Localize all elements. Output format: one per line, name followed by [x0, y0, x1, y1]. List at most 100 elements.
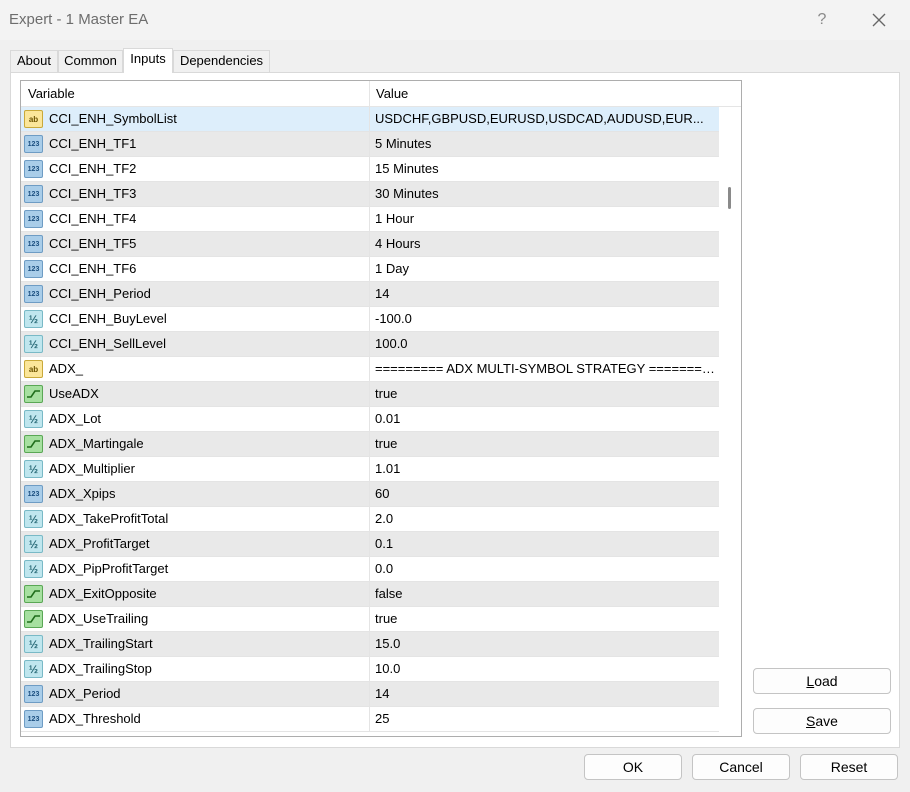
variable-name: ADX_UseTrailing [49, 611, 149, 626]
value-cell[interactable]: -100.0 [375, 307, 717, 331]
value-cell[interactable]: true [375, 432, 717, 456]
value-cell[interactable]: 1 Hour [375, 207, 717, 231]
integer-type-icon: 123 [24, 485, 43, 503]
value-cell[interactable]: 1.01 [375, 457, 717, 481]
table-row[interactable]: ½ ADX_TakeProfitTotal 2.0 [21, 507, 719, 532]
table-row[interactable]: UseADX true [21, 382, 719, 407]
column-header-variable[interactable]: Variable [21, 81, 369, 107]
table-row[interactable]: 123 CCI_ENH_TF5 4 Hours [21, 232, 719, 257]
variable-name: ADX_PipProfitTarget [49, 561, 169, 576]
value-cell[interactable]: 14 [375, 282, 717, 306]
variable-name: ADX_TrailingStop [49, 661, 152, 676]
value-cell[interactable]: 10.0 [375, 657, 717, 681]
variable-name: CCI_ENH_TF2 [49, 161, 137, 176]
table-row[interactable]: ADX_Martingale true [21, 432, 719, 457]
integer-type-icon: 123 [24, 235, 43, 253]
cell-divider [369, 382, 370, 406]
ok-button[interactable]: OK [584, 754, 682, 780]
table-row[interactable]: 123 CCI_ENH_TF6 1 Day [21, 257, 719, 282]
value-cell[interactable]: 14 [375, 682, 717, 706]
window-title: Expert - 1 Master EA [9, 11, 149, 28]
tab-inputs[interactable]: Inputs [123, 48, 173, 73]
table-row[interactable]: ½ ADX_TrailingStart 15.0 [21, 632, 719, 657]
scrollbar-thumb[interactable] [728, 187, 731, 209]
reset-button[interactable]: Reset [800, 754, 898, 780]
tab-dependencies[interactable]: Dependencies [173, 50, 270, 72]
value-cell[interactable]: 2.0 [375, 507, 717, 531]
value-cell[interactable]: 15.0 [375, 632, 717, 656]
value-cell[interactable]: ========= ADX MULTI-SYMBOL STRATEGY ====… [375, 357, 717, 381]
double-type-icon: ½ [24, 410, 43, 428]
value-cell[interactable]: 25 [375, 707, 717, 731]
cell-divider [369, 682, 370, 706]
value-cell[interactable]: false [375, 582, 717, 606]
cell-divider [369, 532, 370, 556]
value-cell[interactable]: true [375, 607, 717, 631]
bool-type-icon [24, 435, 43, 453]
variable-name: ADX_Threshold [49, 711, 141, 726]
value-cell[interactable]: 0.01 [375, 407, 717, 431]
table-row[interactable]: ab CCI_ENH_SymbolList USDCHF,GBPUSD,EURUSD… [21, 107, 719, 132]
cell-divider [369, 232, 370, 256]
value-cell[interactable]: 30 Minutes [375, 182, 717, 206]
cell-divider [369, 632, 370, 656]
close-icon [872, 13, 886, 27]
table-row[interactable]: ½ ADX_TrailingStop 10.0 [21, 657, 719, 682]
tab-common[interactable]: Common [58, 50, 123, 72]
value-cell[interactable]: 1 Day [375, 257, 717, 281]
table-row[interactable]: 123 CCI_ENH_TF1 5 Minutes [21, 132, 719, 157]
table-row[interactable]: ½ ADX_PipProfitTarget 0.0 [21, 557, 719, 582]
vertical-scrollbar[interactable] [719, 107, 741, 736]
variable-name: ADX_Lot [49, 411, 102, 426]
cell-divider [369, 582, 370, 606]
cell-divider [369, 657, 370, 681]
tab-about[interactable]: About [10, 50, 58, 72]
column-header-value[interactable]: Value [369, 81, 719, 107]
integer-type-icon: 123 [24, 185, 43, 203]
cell-divider [369, 107, 370, 131]
close-button[interactable] [864, 6, 894, 34]
value-cell[interactable]: 5 Minutes [375, 132, 717, 156]
load-label: oad [814, 673, 838, 689]
save-button[interactable]: Save [753, 708, 891, 734]
table-row[interactable]: ½ ADX_Multiplier 1.01 [21, 457, 719, 482]
value-cell[interactable]: USDCHF,GBPUSD,EURUSD,USDCAD,AUDUSD,EUR..… [375, 107, 717, 131]
value-cell[interactable]: 0.0 [375, 557, 717, 581]
value-cell[interactable]: 0.1 [375, 532, 717, 556]
table-row[interactable]: ADX_ExitOpposite false [21, 582, 719, 607]
bool-type-icon [24, 385, 43, 403]
inputs-list[interactable]: Variable Value ab CCI_ENH_SymbolList USDCH… [20, 80, 742, 737]
table-row[interactable]: ½ ADX_ProfitTarget 0.1 [21, 532, 719, 557]
value-cell[interactable]: 100.0 [375, 332, 717, 356]
table-row[interactable]: ½ CCI_ENH_BuyLevel -100.0 [21, 307, 719, 332]
cell-divider [369, 407, 370, 431]
cell-divider [369, 307, 370, 331]
table-row[interactable]: ab ADX_ ========= ADX MULTI-SYMBOL STRATEG… [21, 357, 719, 382]
variable-name: CCI_ENH_Period [49, 286, 151, 301]
table-row[interactable]: ADX_UseTrailing true [21, 607, 719, 632]
variable-name: ADX_TrailingStart [49, 636, 153, 651]
cancel-button[interactable]: Cancel [692, 754, 790, 780]
cell-divider [369, 457, 370, 481]
table-row[interactable]: ½ ADX_Lot 0.01 [21, 407, 719, 432]
value-cell[interactable]: 60 [375, 482, 717, 506]
table-row[interactable]: 123 CCI_ENH_TF2 15 Minutes [21, 157, 719, 182]
value-cell[interactable]: 4 Hours [375, 232, 717, 256]
value-cell[interactable]: 15 Minutes [375, 157, 717, 181]
variable-name: CCI_ENH_SellLevel [49, 336, 167, 351]
table-row[interactable]: 123 CCI_ENH_TF4 1 Hour [21, 207, 719, 232]
help-button[interactable]: ? [808, 6, 836, 34]
table-row[interactable]: 123 ADX_Period 14 [21, 682, 719, 707]
load-button[interactable]: Load [753, 668, 891, 694]
variable-name: ADX_TakeProfitTotal [49, 511, 169, 526]
table-row[interactable]: 123 ADX_Xpips 60 [21, 482, 719, 507]
table-row[interactable]: 123 CCI_ENH_Period 14 [21, 282, 719, 307]
double-type-icon: ½ [24, 510, 43, 528]
string-type-icon: ab [24, 110, 43, 128]
double-type-icon: ½ [24, 535, 43, 553]
double-type-icon: ½ [24, 335, 43, 353]
table-row[interactable]: 123 ADX_Threshold 25 [21, 707, 719, 732]
table-row[interactable]: 123 CCI_ENH_TF3 30 Minutes [21, 182, 719, 207]
value-cell[interactable]: true [375, 382, 717, 406]
table-row[interactable]: ½ CCI_ENH_SellLevel 100.0 [21, 332, 719, 357]
